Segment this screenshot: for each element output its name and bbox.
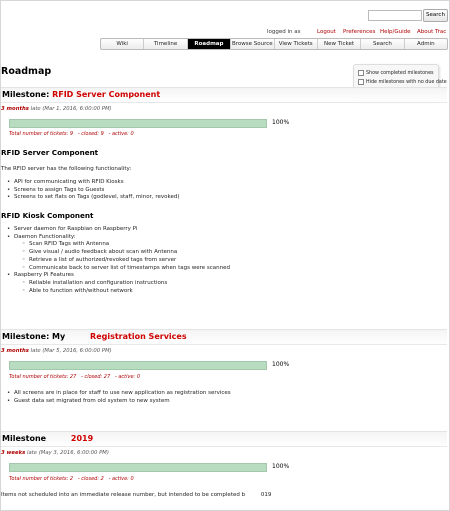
progress-bar [9,463,267,472]
total-tickets-link[interactable]: Total number of tickets: 9 [9,131,73,137]
milestone-due-info: 3 weeks late (May 3, 2016, 6:00:00 PM) [1,450,109,456]
page-title: Roadmap [1,66,52,77]
kiosk-section-title: RFID Kiosk Component [1,211,94,220]
logout-link[interactable]: Logout [317,29,336,35]
list-item: All screens are in place for staff to us… [1,390,231,398]
late-duration: 3 weeks [1,450,26,456]
ticket-counts: Total number of tickets: 9 - closed: 9 -… [9,131,134,137]
progress-percent: 100% [272,361,290,368]
progress-bar [9,361,267,370]
tab-view-tickets[interactable]: View Tickets [275,39,318,49]
milestone-header: Milestone 2019 [1,431,447,447]
tab-wiki[interactable]: Wiki [101,39,145,49]
milestone-header: Milestone: RFID Server Component [1,87,447,103]
registration-list: All screens are in place for staff to us… [1,390,231,405]
late-duration: 3 months [1,348,29,354]
kiosk-feature-list: Server daemon for Raspbian on Raspberry … [1,226,137,241]
list-item: API for communicating with RFID Kiosks [1,179,179,187]
search-button[interactable]: Search [423,9,448,22]
server-section-title: RFID Server Component [1,148,99,157]
hide-no-due-option[interactable]: Hide milestones with no due date [358,79,447,85]
active-tickets-link[interactable]: - active: 0 [115,374,140,380]
help-guide-link[interactable]: Help/Guide [380,29,411,35]
milestone-link[interactable]: Registration Services [90,332,187,341]
tab-browse-source[interactable]: Browse Source [231,39,275,49]
logged-in-label: logged in as [267,29,301,35]
show-completed-option[interactable]: Show completed milestones [358,70,434,76]
late-date: late (May 3, 2016, 6:00:00 PM) [26,450,109,456]
list-item: Scan RFID Tags with Antenna [18,241,230,249]
active-tickets-link[interactable]: - active: 0 [109,131,134,137]
pi-sub-list: Reliable installation and configuration … [18,280,167,295]
milestone-prefix: Milestone [2,434,47,443]
description-tail: 019 [260,492,272,498]
milestone-link[interactable]: RFID Server Component [52,90,160,99]
hide-no-due-label: Hide milestones with no due date [366,79,447,85]
server-feature-list: API for communicating with RFID Kiosks S… [1,179,179,202]
total-tickets-link[interactable]: Total number of tickets: 2 [9,476,73,482]
list-item: Server daemon for Raspbian on Raspberry … [1,226,137,234]
server-intro: The RFID server has the following functi… [1,166,132,172]
list-item: Give visual / audio feedback about scan … [18,249,230,257]
tab-new-ticket[interactable]: New Ticket [318,39,362,49]
total-tickets-link[interactable]: Total number of tickets: 27 [9,374,76,380]
preferences-link[interactable]: Preferences [343,29,375,35]
list-item: Daemon Functionality: [1,234,137,242]
late-duration: 3 months [1,106,29,112]
kiosk-feature-list-cont: Raspberry Pi Features [1,272,74,280]
list-item: Guest data set migrated from old system … [1,398,231,406]
description-text: Items not scheduled into an immediate re… [1,492,246,498]
list-item: Screens to assign Tags to Guests [1,187,179,195]
closed-tickets-link[interactable]: - closed: 2 [78,476,104,482]
list-item: Reliable installation and configuration … [18,280,167,288]
ticket-counts: Total number of tickets: 2 - closed: 2 -… [9,476,134,482]
closed-tickets-link[interactable]: - closed: 27 [81,374,110,380]
milestone-prefix: Milestone: My [2,332,66,341]
list-item: Retrieve a list of authorized/revoked ta… [18,257,230,265]
list-item: Communicate back to server list of times… [18,265,230,273]
list-item: Able to function with/without network [18,288,167,296]
progress-bar [9,119,267,128]
tab-roadmap[interactable]: Roadmap [187,39,232,49]
late-date: late (Mar 5, 2016, 6:00:00 PM) [30,348,112,354]
milestone-due-info: 3 months late (Mar 5, 2016, 6:00:00 PM) [1,348,112,354]
milestone-description: Items not scheduled into an immediate re… [1,492,271,498]
ticket-counts: Total number of tickets: 27 - closed: 27… [9,374,140,380]
list-item: Raspberry Pi Features [1,272,74,280]
late-date: late (Mar 1, 2016, 6:00:00 PM) [30,106,112,112]
tab-search[interactable]: Search [361,39,405,49]
hide-no-due-checkbox[interactable] [358,79,364,85]
main-navigation: Wiki Timeline Roadmap Browse Source View… [100,38,448,50]
milestone-due-info: 3 months late (Mar 1, 2016, 6:00:00 PM) [1,106,112,112]
list-item: Screens to set flats on Tags (godlevel, … [1,194,179,202]
daemon-sub-list: Scan RFID Tags with Antenna Give visual … [18,241,230,272]
show-completed-checkbox[interactable] [358,70,364,76]
show-completed-label: Show completed milestones [366,70,434,76]
progress-percent: 100% [272,463,290,470]
about-trac-link[interactable]: About Trac [417,29,446,35]
active-tickets-link[interactable]: - active: 0 [109,476,134,482]
milestone-link[interactable]: 2019 [71,434,93,443]
closed-tickets-link[interactable]: - closed: 9 [78,131,104,137]
search-input[interactable] [368,10,422,21]
tab-timeline[interactable]: Timeline [144,39,188,49]
milestone-header: Milestone: My Registration Services [1,329,447,345]
milestone-prefix: Milestone: [2,90,50,99]
progress-percent: 100% [272,119,290,126]
tab-admin[interactable]: Admin [405,39,447,49]
